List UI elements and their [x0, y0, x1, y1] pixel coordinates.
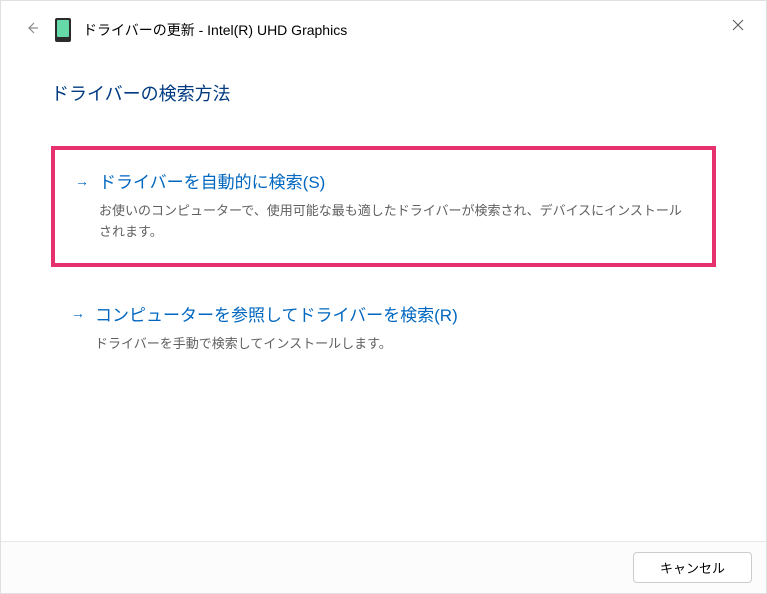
dialog-title: ドライバーの更新 - Intel(R) UHD Graphics	[83, 20, 347, 40]
option-auto-search[interactable]: → ドライバーを自動的に検索(S) お使いのコンピューターで、使用可能な最も適し…	[51, 146, 716, 267]
device-icon	[55, 18, 71, 42]
dialog-footer: キャンセル	[1, 541, 766, 593]
option-header: → コンピューターを参照してドライバーを検索(R)	[71, 301, 696, 326]
driver-update-dialog: ドライバーの更新 - Intel(R) UHD Graphics ドライバーの検…	[0, 0, 767, 594]
dialog-header: ドライバーの更新 - Intel(R) UHD Graphics	[1, 1, 766, 50]
section-title: ドライバーの検索方法	[51, 80, 716, 106]
arrow-right-icon: →	[71, 305, 85, 321]
dialog-content: ドライバーの検索方法 → ドライバーを自動的に検索(S) お使いのコンピューター…	[1, 50, 766, 410]
option-title: ドライバーを自動的に検索(S)	[99, 168, 325, 193]
cancel-button[interactable]: キャンセル	[633, 552, 752, 583]
option-title: コンピューターを参照してドライバーを検索(R)	[95, 301, 458, 326]
option-browse-computer[interactable]: → コンピューターを参照してドライバーを検索(R) ドライバーを手動で検索してイ…	[51, 283, 716, 375]
option-description: お使いのコンピューターで、使用可能な最も適したドライバーが検索され、デバイスにイ…	[75, 201, 692, 243]
close-button[interactable]	[722, 9, 754, 41]
back-arrow-icon[interactable]	[21, 17, 43, 42]
arrow-right-icon: →	[75, 173, 89, 189]
option-description: ドライバーを手動で検索してインストールします。	[71, 334, 696, 355]
option-header: → ドライバーを自動的に検索(S)	[75, 168, 692, 193]
